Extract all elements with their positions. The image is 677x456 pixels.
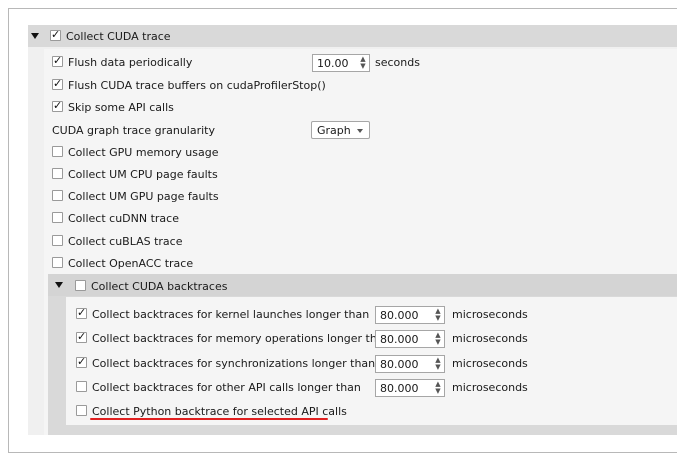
kernel-launch-label: Collect backtraces for kernel launches l… [92,308,370,321]
spin-arrows-icon[interactable]: ▲ ▼ [432,380,444,397]
sync-label: Collect backtraces for synchronizations … [92,357,376,370]
gpu-memory-label: Collect GPU memory usage [68,146,219,159]
memory-ops-checkbox[interactable] [76,330,87,343]
flush-periodically-label: Flush data periodically [68,56,193,69]
collapse-arrow-icon[interactable] [31,33,39,39]
spin-arrows-icon[interactable]: ▲ ▼ [432,307,444,324]
flush-interval-value: 10.00 [317,57,349,70]
um-cpu-faults-label: Collect UM CPU page faults [68,168,218,181]
other-api-label: Collect backtraces for other API calls l… [92,381,361,394]
chevron-down-icon [357,129,363,133]
flush-interval-spinbox[interactable]: 10.00 ▲ ▼ [312,54,370,72]
kernel-launch-checkbox[interactable] [76,306,87,319]
graph-granularity-label: CUDA graph trace granularity [52,124,216,137]
memory-ops-unit: microseconds [452,332,528,345]
sync-checkbox[interactable] [76,355,87,368]
skip-api-label: Skip some API calls [68,101,174,114]
cublas-trace-label: Collect cuBLAS trace [68,235,183,248]
highlight-underline [90,418,328,420]
flush-periodically-checkbox[interactable] [52,54,63,67]
graph-granularity-value: Graph [317,124,351,137]
cudnn-trace-label: Collect cuDNN trace [68,212,179,225]
python-backtrace-checkbox[interactable] [76,405,87,416]
memory-ops-value: 80.000 [380,333,419,346]
spin-arrows-icon[interactable]: ▲ ▼ [432,331,444,348]
memory-ops-label: Collect backtraces for memory operations… [92,332,391,345]
cudnn-trace-checkbox[interactable] [52,212,63,223]
cuda-trace-label: Collect CUDA trace [66,30,171,43]
um-gpu-faults-label: Collect UM GPU page faults [68,190,219,203]
kernel-launch-unit: microseconds [452,308,528,321]
cuda-trace-checkbox[interactable] [50,28,61,41]
sync-value: 80.000 [380,358,419,371]
skip-api-checkbox[interactable] [52,99,63,112]
openacc-trace-label: Collect OpenACC trace [68,257,194,270]
other-api-unit: microseconds [452,381,528,394]
sync-unit: microseconds [452,357,528,370]
spin-arrows-icon[interactable]: ▲ ▼ [357,55,369,72]
graph-granularity-dropdown[interactable]: Graph [311,121,370,139]
python-backtrace-label: Collect Python backtrace for selected AP… [92,405,347,418]
memory-ops-spinbox[interactable]: 80.000 ▲ ▼ [375,330,445,348]
spin-arrows-icon[interactable]: ▲ ▼ [432,356,444,373]
other-api-spinbox[interactable]: 80.000 ▲ ▼ [375,379,445,397]
other-api-checkbox[interactable] [76,381,87,392]
gpu-memory-checkbox[interactable] [52,146,63,157]
openacc-trace-checkbox[interactable] [52,257,63,268]
backtraces-label: Collect CUDA backtraces [91,280,228,293]
collapse-arrow-icon[interactable] [55,282,63,288]
backtraces-checkbox[interactable] [75,280,86,291]
cublas-trace-checkbox[interactable] [52,235,63,246]
kernel-launch-value: 80.000 [380,309,419,322]
kernel-launch-spinbox[interactable]: 80.000 ▲ ▼ [375,306,445,324]
um-gpu-faults-checkbox[interactable] [52,190,63,201]
flush-interval-unit: seconds [375,56,420,69]
um-cpu-faults-checkbox[interactable] [52,168,63,179]
flush-on-stop-label: Flush CUDA trace buffers on cudaProfiler… [68,79,326,92]
other-api-value: 80.000 [380,382,419,395]
sync-spinbox[interactable]: 80.000 ▲ ▼ [375,355,445,373]
flush-on-stop-checkbox[interactable] [52,77,63,90]
